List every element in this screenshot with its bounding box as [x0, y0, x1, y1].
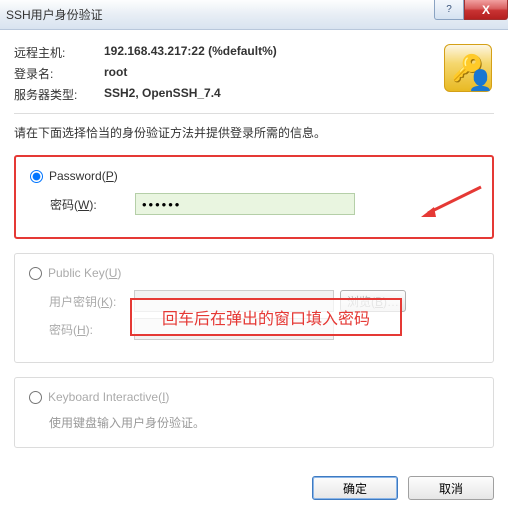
close-button[interactable]: X [464, 0, 508, 20]
login-label: 登录名: [14, 65, 104, 82]
cancel-button[interactable]: 取消 [408, 476, 494, 500]
userkey-label: 用户密钥(K): [49, 293, 134, 310]
window-buttons: ? X [434, 0, 508, 20]
host-label: 远程主机: [14, 44, 104, 61]
window-title: SSH用户身份验证 [6, 6, 502, 23]
pubkey-radio[interactable] [29, 267, 42, 280]
annotation-box: 回车后在弹出的窗口填入密码 [130, 298, 402, 336]
dialog-footer: 确定 取消 [312, 476, 494, 500]
kbi-group: Keyboard Interactive(I) 使用键盘输入用户身份验证。 [14, 377, 494, 448]
kbi-radio[interactable] [29, 391, 42, 404]
server-value: SSH2, OpenSSH_7.4 [104, 86, 221, 103]
login-value: root [104, 65, 127, 82]
password-radio[interactable] [30, 170, 43, 183]
key-icon: 🔑 [444, 44, 492, 92]
dialog-content: 远程主机:192.168.43.217:22 (%default%) 登录名:r… [0, 30, 508, 472]
help-button[interactable]: ? [434, 0, 464, 20]
host-value: 192.168.43.217:22 (%default%) [104, 44, 277, 61]
separator [14, 113, 494, 114]
server-label: 服务器类型: [14, 86, 104, 103]
password-radio-label: Password(P) [49, 169, 118, 183]
pubkey-radio-label: Public Key(U) [48, 266, 121, 280]
password-input[interactable] [135, 193, 355, 215]
instruction-text: 请在下面选择恰当的身份验证方法并提供登录所需的信息。 [14, 124, 494, 141]
title-bar: SSH用户身份验证 ? X [0, 0, 508, 30]
ok-button[interactable]: 确定 [312, 476, 398, 500]
pubkey-pass-label: 密码(H): [49, 321, 134, 338]
kbi-desc: 使用键盘输入用户身份验证。 [49, 414, 479, 431]
password-field-label: 密码(W): [50, 196, 135, 213]
kbi-radio-label: Keyboard Interactive(I) [48, 390, 169, 404]
arrow-annotation [416, 185, 486, 225]
